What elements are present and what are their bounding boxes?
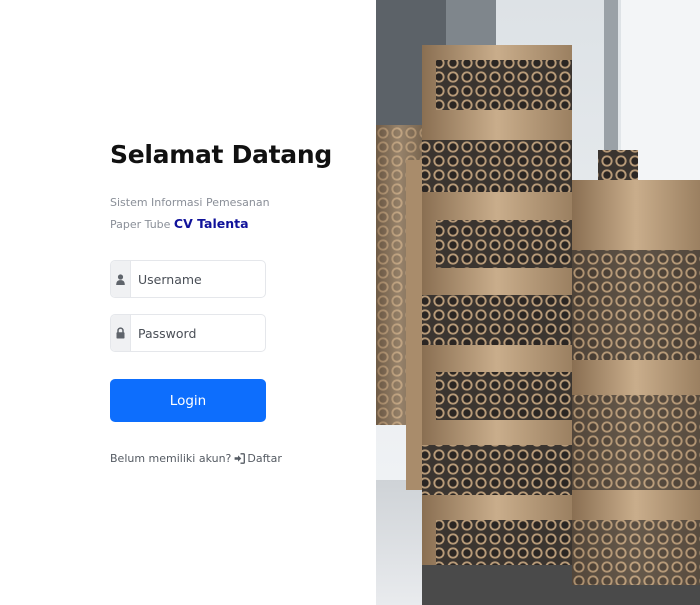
paper-tube-stacks-image <box>376 0 700 605</box>
sign-in-icon <box>234 453 246 464</box>
login-panel: Selamat Datang Sistem Informasi Pemesana… <box>0 0 376 605</box>
username-input[interactable] <box>132 261 265 297</box>
user-icon <box>111 261 131 297</box>
lock-icon <box>111 315 131 351</box>
page-title: Selamat Datang <box>110 140 332 169</box>
company-name: CV Talenta <box>173 216 249 231</box>
page-subtitle: Sistem Informasi Pemesanan Paper Tube CV… <box>110 192 270 235</box>
warehouse-photo <box>376 0 700 605</box>
register-link-label: Daftar <box>247 452 282 465</box>
register-prompt-text: Belum memiliki akun? <box>110 452 232 465</box>
register-link[interactable]: Daftar <box>234 452 282 465</box>
register-prompt: Belum memiliki akun? Daftar <box>110 452 282 465</box>
password-field <box>110 314 266 352</box>
login-button[interactable]: Login <box>110 379 266 422</box>
password-input[interactable] <box>132 315 265 351</box>
username-field <box>110 260 266 298</box>
